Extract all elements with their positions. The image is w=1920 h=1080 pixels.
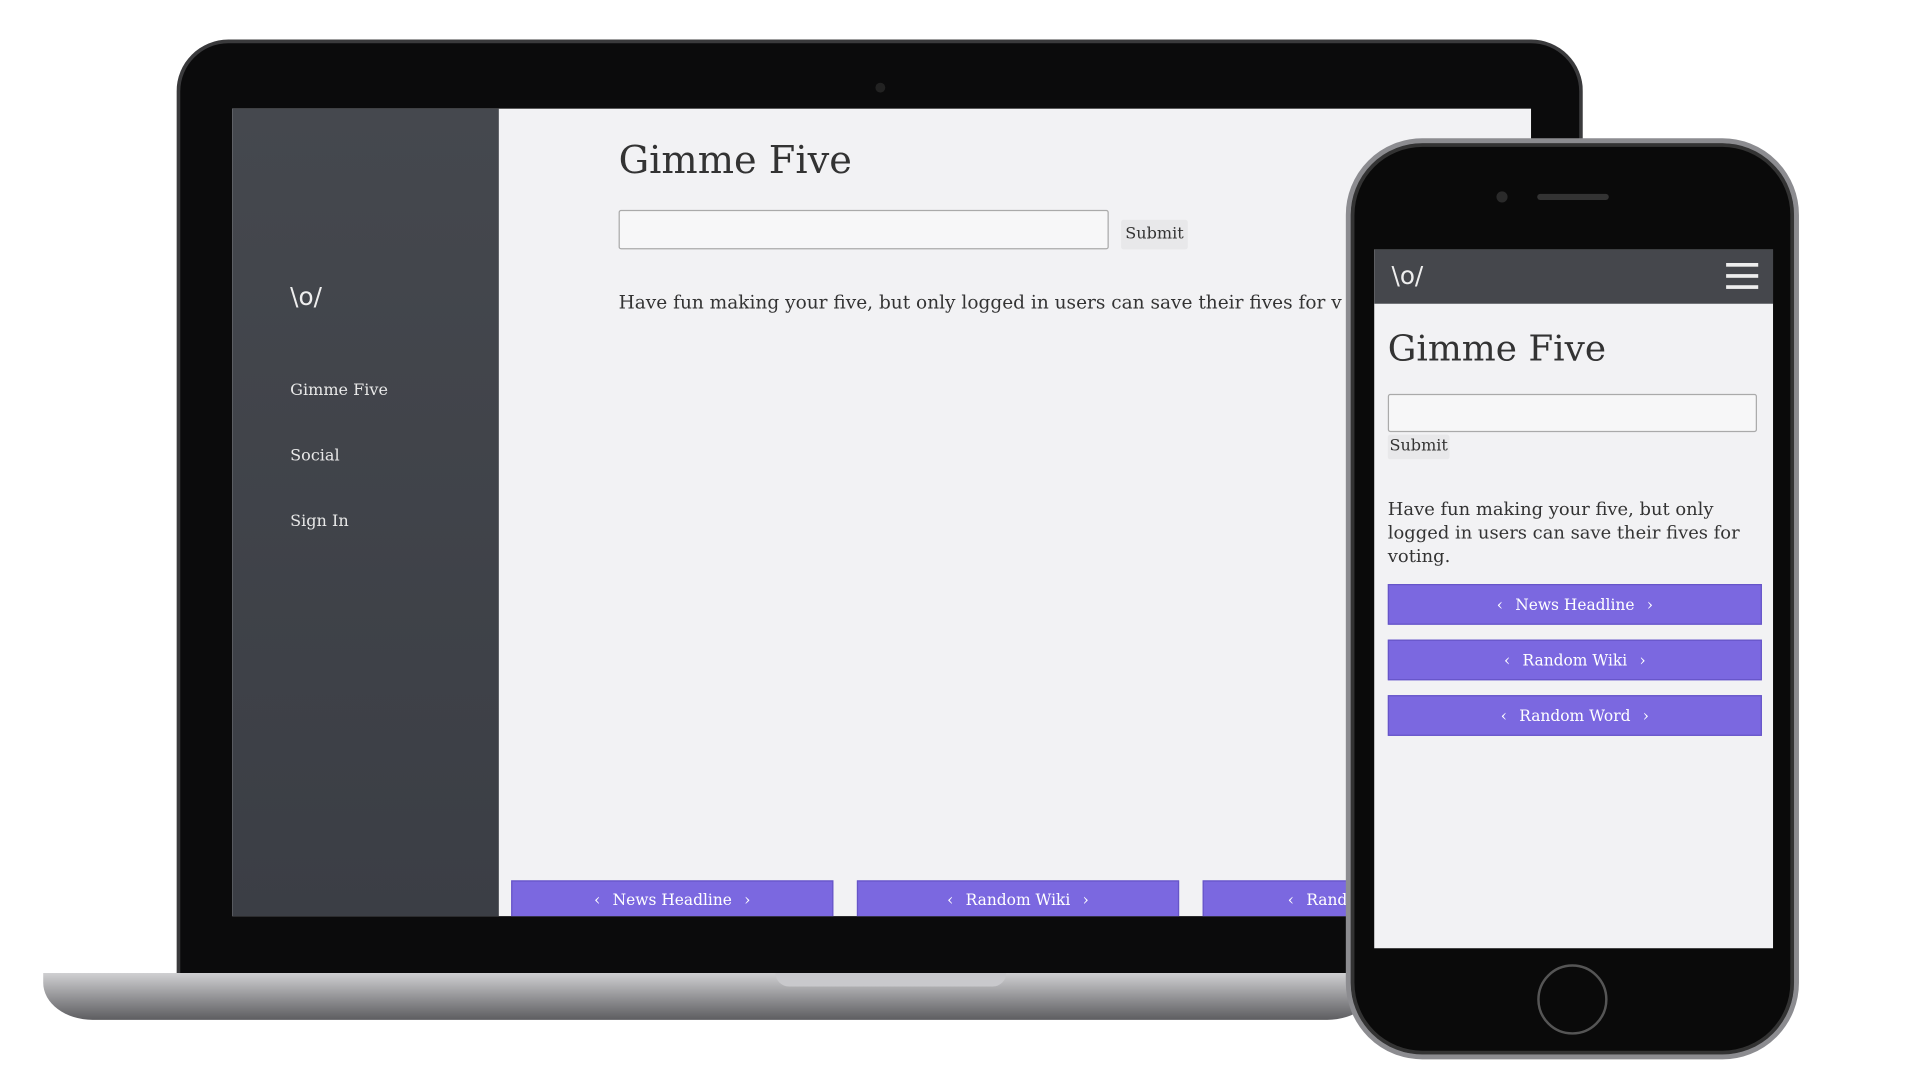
submit-button[interactable]: Submit (1121, 219, 1188, 250)
button-label: News Headline (1515, 595, 1635, 614)
chevron-right-icon: › (744, 889, 751, 909)
button-label: Random Wiki (1522, 650, 1628, 670)
intro-text: Have fun making your five, but only logg… (1387, 500, 1740, 567)
news-headline-button[interactable]: ‹ News Headline › (511, 880, 834, 917)
chevron-right-icon: › (1639, 650, 1646, 670)
chevron-right-icon: › (1642, 706, 1649, 725)
button-label: Random Wiki (965, 889, 1071, 909)
page-title: Gimme Five (1387, 327, 1607, 370)
random-wiki-button[interactable]: ‹ Random Wiki › (1387, 639, 1762, 681)
submit-button[interactable]: Submit (1387, 434, 1450, 460)
five-input[interactable] (1387, 393, 1757, 433)
five-input[interactable] (618, 209, 1109, 250)
phone-screen: \o/ Gimme Five Submit Have fun making yo… (1374, 249, 1774, 949)
home-button[interactable] (1537, 964, 1608, 1035)
mobile-header: \o/ (1374, 249, 1774, 304)
chevron-right-icon: › (1646, 595, 1654, 614)
laptop-notch (775, 972, 1007, 987)
random-word-button[interactable]: ‹ Random Word › (1387, 695, 1762, 736)
chevron-left-icon: ‹ (594, 889, 601, 909)
phone-camera (1496, 191, 1508, 203)
logo[interactable]: \o/ (290, 282, 322, 312)
chevron-left-icon: ‹ (1503, 650, 1511, 670)
laptop-base (43, 972, 1377, 1020)
logo[interactable]: \o/ (1392, 261, 1424, 291)
hamburger-icon[interactable] (1726, 262, 1759, 290)
chevron-right-icon: › (1082, 889, 1089, 909)
sidebar-item-gimme-five[interactable]: Gimme Five (290, 382, 388, 401)
sidebar: \o/ Gimme Five Social Sign In (232, 108, 499, 917)
sidebar-item-social[interactable]: Social (290, 447, 340, 466)
intro-text: Have fun making your five, but only logg… (618, 291, 1342, 314)
chevron-left-icon: ‹ (1287, 889, 1294, 909)
chevron-left-icon: ‹ (1496, 595, 1503, 614)
random-wiki-button[interactable]: ‹ Random Wiki › (856, 880, 1180, 917)
chevron-left-icon: ‹ (947, 889, 954, 909)
laptop-screen: \o/ Gimme Five Social Sign In Gimme Five… (232, 108, 1532, 917)
button-label: Random Word (1519, 706, 1631, 725)
laptop-camera (875, 82, 886, 93)
page-title: Gimme Five (618, 138, 852, 183)
news-headline-button[interactable]: ‹ News Headline › (1387, 584, 1762, 625)
sidebar-item-sign-in[interactable]: Sign In (290, 512, 349, 531)
button-label: Rand (1306, 889, 1348, 909)
button-label: News Headline (612, 889, 732, 909)
phone-speaker (1537, 193, 1609, 201)
chevron-left-icon: ‹ (1500, 706, 1507, 725)
